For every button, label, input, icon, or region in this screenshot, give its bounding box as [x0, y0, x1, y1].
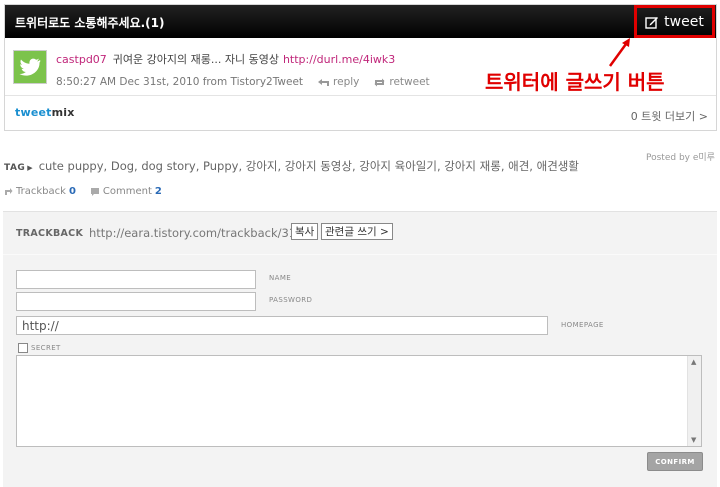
tag-arrow-icon: ▶ — [27, 164, 33, 172]
textarea-scrollbar[interactable]: ▲ ▼ — [687, 356, 701, 446]
avatar[interactable] — [13, 50, 47, 84]
retweet-label: retweet — [389, 76, 430, 88]
secret-checkbox[interactable] — [18, 343, 28, 353]
reply-link[interactable]: reply — [317, 76, 359, 88]
divider — [3, 254, 717, 255]
trackback-url[interactable]: http://eara.tistory.com/trackback/314 — [89, 226, 303, 240]
more-tweets-link[interactable]: 0 트윗 더보기 > — [631, 108, 708, 124]
tag-list: TAG ▶ cute puppy, Dog, dog story, Puppy, 강… — [4, 158, 579, 174]
tweet-text-line: castpd07 귀여운 강아지의 재롱... 자니 동영상 http://durl… — [56, 51, 395, 67]
widget-header: 트위터로도 소통해주세요.(1) tweet — [5, 5, 716, 38]
tweet-text: 귀여운 강아지의 재롱... 자니 동영상 — [112, 53, 279, 66]
edit-icon — [645, 16, 659, 29]
trackback-icon — [5, 187, 13, 195]
secret-label: SECRET — [31, 344, 61, 352]
trackback-label: TRACKBACK — [16, 228, 84, 239]
scroll-up-icon[interactable]: ▲ — [691, 358, 696, 366]
scroll-down-icon[interactable]: ▼ — [691, 436, 696, 444]
tweetmix-logo[interactable]: tweetmix — [15, 106, 75, 119]
tag-label: TAG — [4, 163, 26, 173]
name-field[interactable] — [16, 270, 256, 289]
password-label: PASSWORD — [269, 296, 313, 304]
posted-by: Posted by e미루 — [646, 153, 715, 163]
tweet-meta: 8:50:27 AM Dec 31st, 2010 from Tistory2T… — [56, 76, 430, 88]
reply-label: reply — [333, 76, 360, 88]
copy-button[interactable]: 복사 — [291, 223, 319, 240]
widget-title: 트위터로도 소통해주세요.(1) — [15, 16, 165, 30]
post-meta: Trackback 0 Comment 2 — [3, 186, 162, 197]
tweet-timestamp[interactable]: 8:50:27 AM Dec 31st, 2010 from Tistory2T… — [56, 76, 303, 88]
tweet-username[interactable]: castpd07 — [56, 53, 107, 66]
twitter-bird-icon — [19, 58, 41, 76]
tag-values[interactable]: cute puppy, Dog, dog story, Puppy, 강아지, … — [39, 159, 579, 173]
trackback-link[interactable]: Trackback 0 — [3, 186, 76, 197]
comment-panel: TRACKBACK http://eara.tistory.com/trackb… — [3, 211, 717, 487]
name-label: NAME — [269, 274, 292, 282]
retweet-link[interactable]: retweet — [373, 76, 430, 88]
homepage-field[interactable] — [16, 316, 548, 335]
confirm-button[interactable]: CONFIRM — [647, 452, 703, 471]
reply-icon — [318, 78, 330, 86]
comment-icon — [90, 187, 99, 196]
retweet-icon — [374, 78, 385, 86]
tweet-button-label: tweet — [664, 13, 704, 30]
write-related-button[interactable]: 관련글 쓰기 > — [321, 223, 393, 240]
homepage-label: HOMEPAGE — [561, 321, 604, 329]
comment-textarea[interactable]: ▲ ▼ — [16, 355, 702, 447]
annotation-label: 트위터에 글쓰기 버튼 — [485, 70, 665, 94]
tweet-link[interactable]: http://durl.me/4iwk3 — [283, 53, 395, 66]
password-field[interactable] — [16, 292, 256, 311]
comment-link[interactable]: Comment 2 — [90, 186, 162, 197]
tweet-button[interactable]: tweet — [634, 5, 715, 38]
widget-footer: tweetmix 0 트윗 더보기 > — [5, 97, 716, 130]
